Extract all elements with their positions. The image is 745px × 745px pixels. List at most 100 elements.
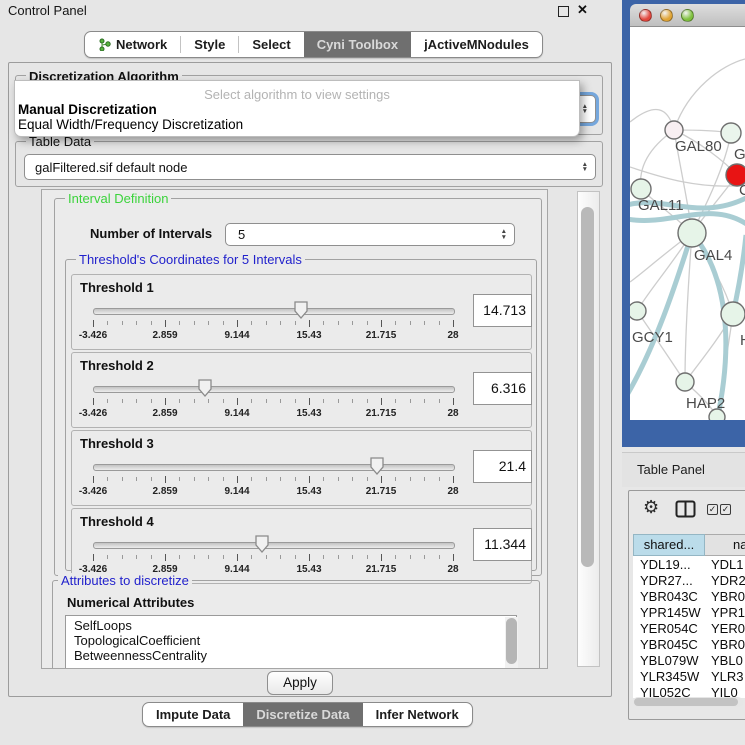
slider-tick xyxy=(151,555,152,559)
bottom-tab-discretize-data[interactable]: Discretize Data xyxy=(243,703,362,726)
table-row[interactable]: YBR043CYBR0 xyxy=(633,589,745,605)
column-header-na[interactable]: na xyxy=(705,534,745,556)
slider-tick xyxy=(93,398,94,405)
network-node[interactable] xyxy=(676,373,694,391)
slider-tick-label: 15.43 xyxy=(296,564,321,575)
algorithm-option[interactable]: Equal Width/Frequency Discretization xyxy=(15,117,579,132)
scrollbar-thumb[interactable] xyxy=(634,698,738,706)
slider-thumb[interactable] xyxy=(369,456,386,481)
algorithm-option[interactable]: Manual Discretization xyxy=(15,102,579,117)
slider-tick xyxy=(251,399,252,403)
tab-jactivemnodules[interactable]: jActiveMNodules xyxy=(411,32,542,57)
tab-cyni-toolbox[interactable]: Cyni Toolbox xyxy=(304,32,411,57)
table-row[interactable]: YPR145WYPR1 xyxy=(633,605,745,621)
columns-icon[interactable] xyxy=(675,500,696,523)
threshold-value-field[interactable]: 14.713 xyxy=(473,294,532,327)
slider-tick xyxy=(381,554,382,561)
threshold-panel: Threshold 1-3.4262.8599.14415.4321.71528… xyxy=(71,274,532,350)
checked-box-icon[interactable]: ✓ xyxy=(707,504,718,515)
network-node[interactable] xyxy=(721,123,741,143)
slider-thumb[interactable] xyxy=(293,300,310,325)
network-canvas[interactable]: GAL80GACGAL11GAL4GCY1HHAP2 xyxy=(630,27,745,420)
network-window-titlebar[interactable] xyxy=(630,4,745,27)
slider-tick xyxy=(93,476,94,483)
slider-tick xyxy=(266,477,267,481)
slider-track[interactable] xyxy=(93,308,455,315)
apply-button[interactable]: Apply xyxy=(267,671,333,695)
combo-arrows-icon: ▲▼ xyxy=(582,104,595,115)
zoom-traffic-light-icon[interactable] xyxy=(681,9,694,22)
attribute-list-item[interactable]: SelfLoops xyxy=(74,618,516,633)
threshold-value-field[interactable]: 6.316 xyxy=(473,372,532,405)
column-header-shared[interactable]: shared... xyxy=(633,534,705,556)
table-row[interactable]: YER054CYER0 xyxy=(633,621,745,637)
tab-label: Network xyxy=(116,37,167,52)
slider-tick-label: 28 xyxy=(447,330,458,341)
slider-track[interactable] xyxy=(93,386,455,393)
numerical-attributes-list[interactable]: SelfLoopsTopologicalCoefficientBetweenne… xyxy=(65,615,517,669)
slider-tick xyxy=(223,477,224,481)
slider-tick xyxy=(338,477,339,481)
attributes-list-scrollbar[interactable] xyxy=(505,617,518,669)
network-node-label: GA xyxy=(734,146,745,163)
network-node[interactable] xyxy=(631,179,651,199)
table-row[interactable]: YDL19...YDL1 xyxy=(633,557,745,573)
table-row[interactable]: YLR345WYLR3 xyxy=(633,669,745,685)
table-horizontal-scrollbar[interactable] xyxy=(633,697,743,707)
number-of-intervals-spinner[interactable]: 5 ▲▼ xyxy=(225,223,515,246)
attribute-list-item[interactable]: TopologicalCoefficient xyxy=(74,633,516,648)
scrollbar-thumb[interactable] xyxy=(506,618,517,664)
network-node-label: GAL4 xyxy=(694,247,732,264)
slider-track[interactable] xyxy=(93,542,455,549)
table-row[interactable]: YDR27...YDR2 xyxy=(633,573,745,589)
slider-tick xyxy=(323,477,324,481)
gear-icon[interactable]: ⚙ xyxy=(643,497,659,518)
slider-tick xyxy=(338,321,339,325)
slider-tick-label: -3.426 xyxy=(79,330,107,341)
bottom-tab-infer-network[interactable]: Infer Network xyxy=(363,703,472,726)
slider-tick xyxy=(439,477,440,481)
float-window-icon[interactable] xyxy=(558,6,569,17)
interval-definition-group: Interval Definition Number of Intervals … xyxy=(54,198,542,576)
threshold-value-field[interactable]: 11.344 xyxy=(473,528,532,561)
threshold-label: Threshold 4 xyxy=(80,514,154,529)
slider-tick-label: 15.43 xyxy=(296,330,321,341)
table-data-combobox[interactable]: galFiltered.sif default node ▲▼ xyxy=(24,154,596,180)
table-row[interactable]: YBL079WYBL0 xyxy=(633,653,745,669)
slider-tick xyxy=(280,321,281,325)
network-edge[interactable] xyxy=(674,59,745,130)
slider-tick xyxy=(179,555,180,559)
tab-select[interactable]: Select xyxy=(239,32,303,57)
tab-style[interactable]: Style xyxy=(181,32,238,57)
panel-vertical-scrollbar[interactable] xyxy=(577,191,600,667)
network-view-window[interactable]: GAL80GACGAL11GAL4GCY1HHAP2 xyxy=(622,0,745,447)
close-traffic-light-icon[interactable] xyxy=(639,9,652,22)
checkbox-icons[interactable]: ✓ ✓ xyxy=(707,504,731,515)
cell-shared-name: YBL079W xyxy=(640,653,699,668)
threshold-panel: Threshold 2-3.4262.8599.14415.4321.71528… xyxy=(71,352,532,428)
slider-track[interactable] xyxy=(93,464,455,471)
minimize-traffic-light-icon[interactable] xyxy=(660,9,673,22)
close-icon[interactable]: ✕ xyxy=(577,2,588,18)
slider-tick xyxy=(295,477,296,481)
slider-tick-label: 9.144 xyxy=(224,486,249,497)
slider-tick xyxy=(165,476,166,483)
scrollbar-thumb[interactable] xyxy=(581,207,594,567)
attribute-list-item[interactable]: BetweennessCentrality xyxy=(74,648,516,663)
network-node[interactable] xyxy=(630,302,646,320)
slider-tick xyxy=(93,554,94,561)
slider-tick xyxy=(179,321,180,325)
threshold-value-field[interactable]: 21.4 xyxy=(473,450,532,483)
network-node[interactable] xyxy=(678,219,706,247)
table-row[interactable]: YBR045CYBR0 xyxy=(633,637,745,653)
slider-thumb[interactable] xyxy=(254,534,271,559)
slider-thumb[interactable] xyxy=(197,378,214,403)
network-node[interactable] xyxy=(665,121,683,139)
checked-box-icon[interactable]: ✓ xyxy=(720,504,731,515)
bottom-tab-impute-data[interactable]: Impute Data xyxy=(143,703,243,726)
network-node[interactable] xyxy=(721,302,745,326)
slider-tick xyxy=(309,476,310,483)
slider-tick xyxy=(453,554,454,561)
tab-network[interactable]: Network xyxy=(85,32,180,57)
slider-tick-label: 15.43 xyxy=(296,486,321,497)
